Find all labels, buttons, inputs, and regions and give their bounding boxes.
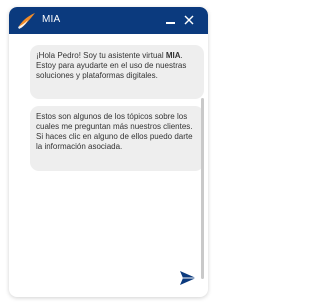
send-button[interactable] [179,270,197,286]
chat-title: MIA [42,14,61,25]
message-input[interactable] [19,267,173,291]
bot-message: Estos son algunos de los tópicos sobre l… [30,106,204,171]
chat-widget: MIA ¡Hola Pedro! Soy tu asistente virtua… [9,7,208,297]
minimize-button[interactable] [164,13,178,27]
message-text: Estos son algunos de los tópicos sobre l… [36,112,193,151]
chat-header: MIA [9,7,208,34]
mia-logo-icon [18,13,35,29]
message-list: ¡Hola Pedro! Soy tu asistente virtual MI… [9,34,208,279]
send-icon [180,271,196,285]
assistant-name: MIA [165,51,181,60]
message-text: ¡Hola Pedro! Soy tu asistente virtual [36,51,166,60]
scrollbar[interactable] [201,98,204,279]
bot-message: ¡Hola Pedro! Soy tu asistente virtual MI… [30,45,204,99]
message-composer [9,259,208,297]
close-icon [184,15,194,25]
close-button[interactable] [182,13,196,27]
minimize-icon [166,22,175,24]
